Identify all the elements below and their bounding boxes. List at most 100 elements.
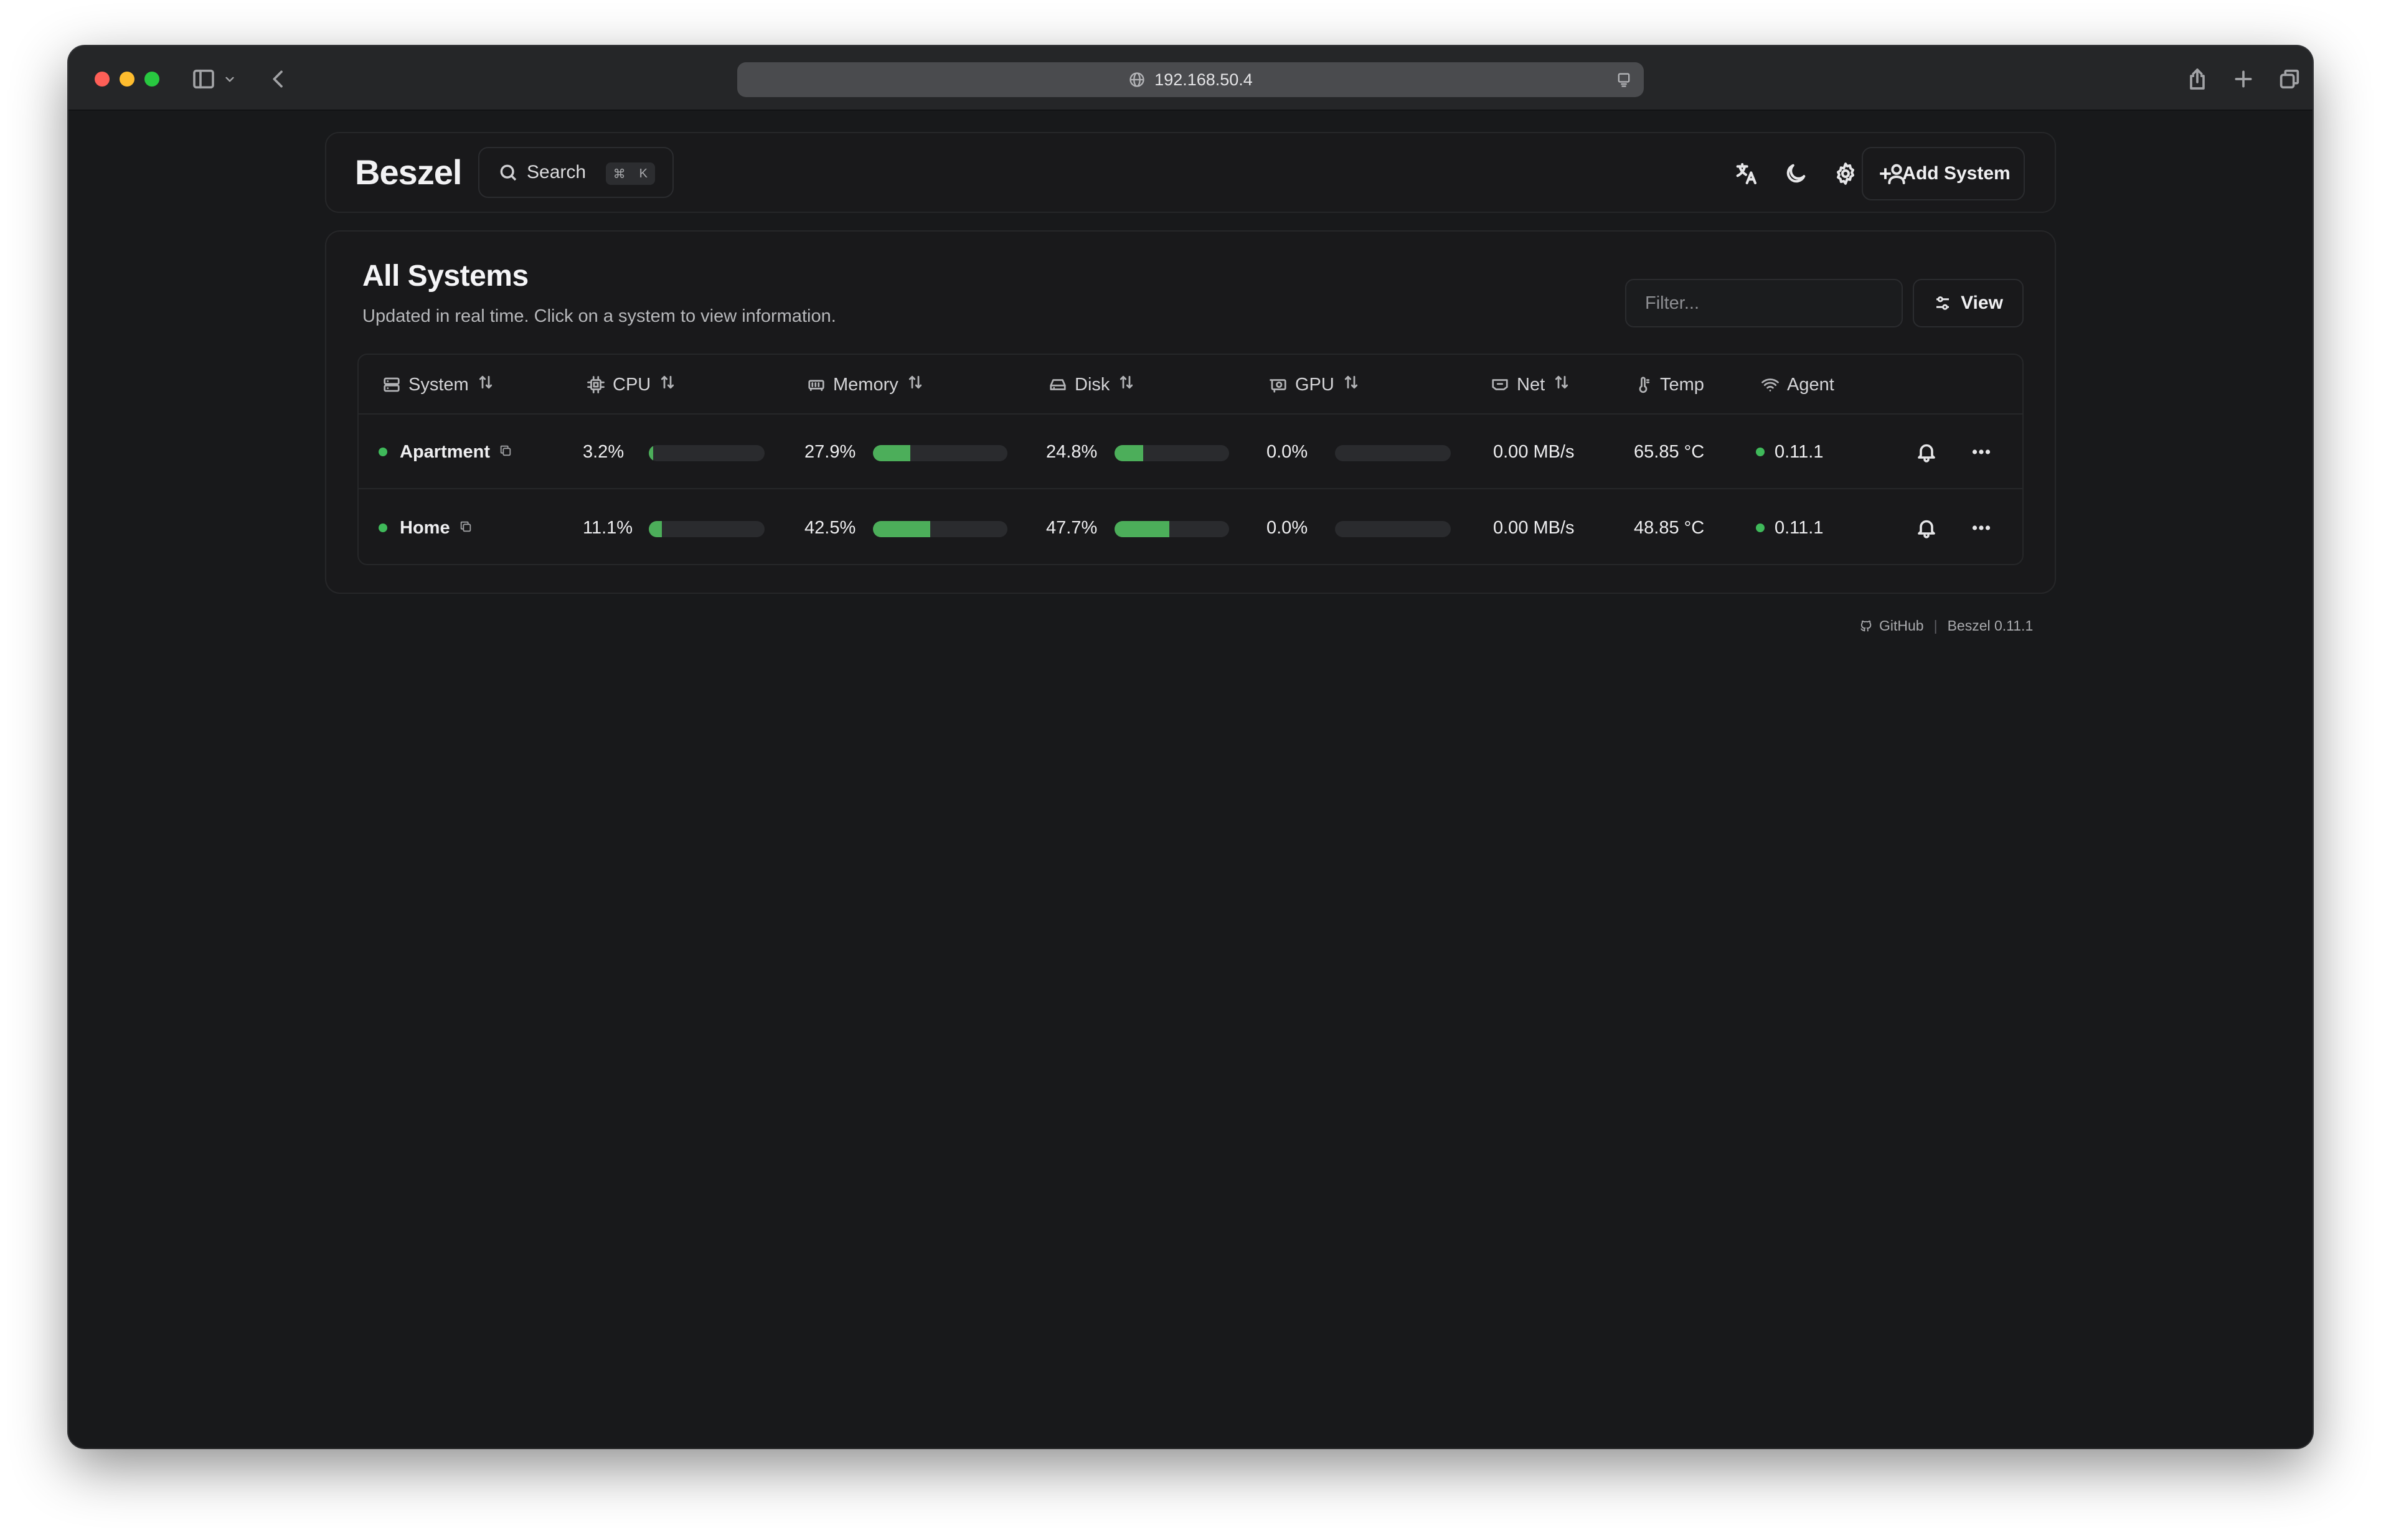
new-tab-icon[interactable] <box>2229 65 2258 93</box>
footer-separator: | <box>1933 617 1938 634</box>
column-label-agent: Agent <box>1787 374 1834 395</box>
system-name[interactable]: Home <box>400 518 450 538</box>
disk-value: 47.7% <box>1046 517 1098 538</box>
language-icon[interactable] <box>1731 159 1761 189</box>
address-bar[interactable]: 192.168.50.4 <box>737 62 1644 97</box>
system-name[interactable]: Apartment <box>400 442 490 462</box>
sort-icon[interactable] <box>476 373 495 397</box>
reader-icon[interactable] <box>1615 71 1633 88</box>
view-label: View <box>1961 293 2003 313</box>
more-options-icon[interactable] <box>1970 415 1992 489</box>
more-options-icon[interactable] <box>1970 491 1992 564</box>
status-dot <box>379 448 387 456</box>
github-link[interactable]: GitHub <box>1879 617 1924 634</box>
browser-toolbar: 192.168.50.4 <box>68 46 2313 111</box>
add-system-label: Add System <box>1902 163 2011 184</box>
sort-icon[interactable] <box>1117 373 1136 397</box>
wifi-icon <box>1761 378 1779 392</box>
sliders-icon <box>1936 296 1950 310</box>
cpu-value: 3.2% <box>583 441 625 462</box>
search-button[interactable]: Search ⌘ K <box>478 147 674 198</box>
tab-overview-icon[interactable] <box>2275 65 2304 93</box>
thermometer-icon <box>1639 377 1650 393</box>
zoom-window-button[interactable] <box>144 72 159 87</box>
cpu-value: 11.1% <box>583 517 633 538</box>
bell-icon[interactable] <box>1915 415 1938 489</box>
net-value: 0.00 MB/s <box>1493 441 1575 462</box>
url-text: 192.168.50.4 <box>1154 70 1253 89</box>
moon-icon[interactable] <box>1781 159 1811 189</box>
net-value: 0.00 MB/s <box>1493 517 1575 538</box>
cpu-bar <box>649 445 765 461</box>
copy-icon[interactable] <box>450 518 473 538</box>
bell-icon[interactable] <box>1915 491 1938 564</box>
share-icon[interactable] <box>2183 65 2212 93</box>
table-row[interactable]: Home 11.1% 42.5% 47.7% 0.0% 0.00 MB/s 48… <box>359 491 2022 564</box>
temp-value: 65.85 °C <box>1634 441 1705 462</box>
agent-version: 0.11.1 <box>1775 441 1824 462</box>
chevron-down-icon[interactable] <box>220 65 239 93</box>
agent-status-dot <box>1756 524 1765 532</box>
memory-bar-fill <box>873 521 930 537</box>
disk-bar-fill <box>1115 521 1169 537</box>
agent-status-dot <box>1756 448 1765 456</box>
app-logo[interactable]: Beszel <box>355 152 462 192</box>
column-label-temp: Temp <box>1660 374 1704 395</box>
shortcut-key: K <box>639 166 648 181</box>
column-label-cpu: CPU <box>613 374 651 395</box>
systems-card: All Systems Updated in real time. Click … <box>325 230 2056 594</box>
system-cell[interactable]: Apartment <box>379 415 512 489</box>
memory-value: 42.5% <box>804 517 856 538</box>
gpu-icon <box>1270 379 1286 393</box>
app-header: Beszel Search ⌘ K Add System <box>325 132 2056 213</box>
table-header: System CPU Memory Disk GPU Net Temp Agen… <box>359 355 2022 415</box>
browser-window: 192.168.50.4 Beszel Search ⌘ K Add Syste… <box>68 46 2313 1448</box>
disk-bar <box>1115 521 1229 537</box>
globe-icon <box>1129 72 1144 87</box>
gpu-value: 0.0% <box>1266 517 1308 538</box>
gear-icon[interactable] <box>1831 159 1860 189</box>
search-icon <box>500 164 517 181</box>
column-header-temp[interactable]: Temp <box>1634 373 1704 396</box>
sort-icon[interactable] <box>906 373 925 397</box>
sort-icon[interactable] <box>1552 373 1571 397</box>
agent-cell: 0.11.1 <box>1756 491 1823 564</box>
gpu-bar <box>1335 445 1451 461</box>
search-shortcut-badge: ⌘ K <box>605 162 655 185</box>
temp-value: 48.85 °C <box>1634 517 1705 538</box>
column-label-gpu: GPU <box>1295 374 1334 395</box>
cpu-bar <box>649 521 765 537</box>
cpu-bar-fill <box>649 521 662 537</box>
sort-icon[interactable] <box>658 373 677 397</box>
version-link[interactable]: Beszel 0.11.1 <box>1948 617 2034 634</box>
memory-icon <box>808 380 824 392</box>
page-title: All Systems <box>362 260 529 293</box>
page-subtitle: Updated in real time. Click on a system … <box>362 306 836 326</box>
cpu-bar-fill <box>649 445 654 461</box>
sort-icon[interactable] <box>1342 373 1360 397</box>
memory-value: 27.9% <box>804 441 856 462</box>
plus-icon <box>1880 168 1892 179</box>
table-row[interactable]: Apartment 3.2% 27.9% 24.8% 0.0% 0.00 MB/… <box>359 415 2022 489</box>
column-label-disk: Disk <box>1075 374 1110 395</box>
close-window-button[interactable] <box>95 72 110 87</box>
back-button[interactable] <box>264 65 293 93</box>
disk-value: 24.8% <box>1046 441 1098 462</box>
column-header-gpu[interactable]: GPU <box>1269 373 1360 396</box>
add-system-button[interactable]: Add System <box>1862 147 2025 200</box>
column-label-system: System <box>408 374 469 395</box>
column-header-agent[interactable]: Agent <box>1761 373 1834 396</box>
copy-icon[interactable] <box>490 442 512 462</box>
view-options-button[interactable]: View <box>1913 279 2024 327</box>
system-cell[interactable]: Home <box>379 491 473 564</box>
column-header-disk[interactable]: Disk <box>1049 373 1136 396</box>
minimize-window-button[interactable] <box>120 72 134 87</box>
column-header-memory[interactable]: Memory <box>807 373 925 396</box>
column-header-cpu[interactable]: CPU <box>587 373 677 396</box>
github-icon <box>1860 620 1872 631</box>
sidebar-toggle-icon[interactable] <box>189 65 218 93</box>
filter-input[interactable] <box>1625 279 1903 327</box>
column-header-system[interactable]: System <box>382 373 495 396</box>
column-header-net[interactable]: Net <box>1491 373 1571 396</box>
column-label-net: Net <box>1517 374 1545 395</box>
